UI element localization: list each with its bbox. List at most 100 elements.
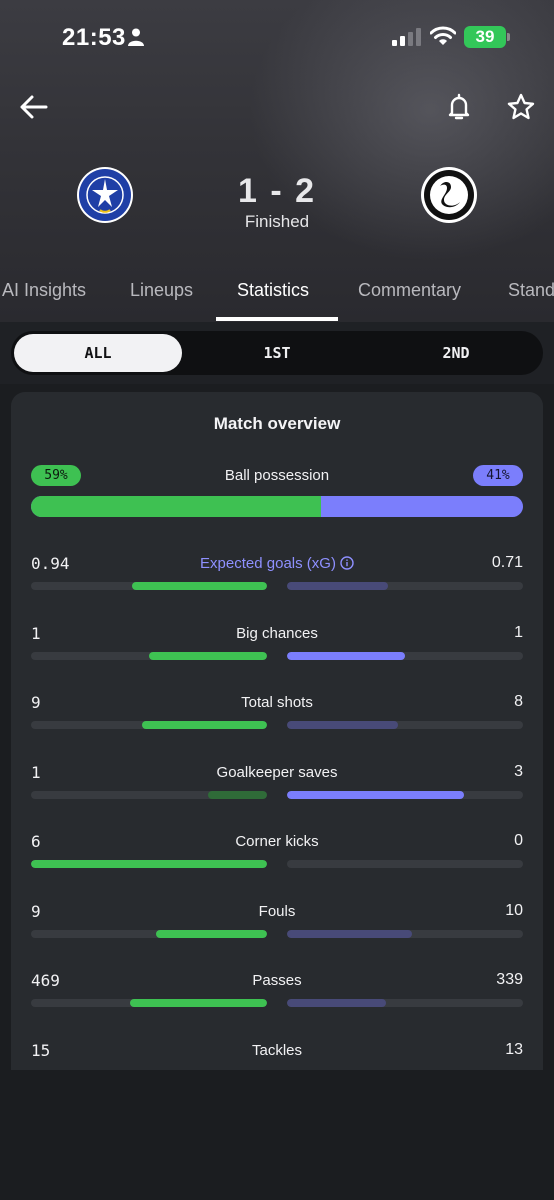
away-stat-fill <box>287 929 413 938</box>
period-selector-area: ALL 1ST 2ND <box>0 322 554 384</box>
stat-label: Fouls <box>111 903 443 920</box>
stat-label: Goalkeeper saves <box>111 764 443 781</box>
period-selector: ALL 1ST 2ND <box>11 331 543 375</box>
match-overview-card: Match overview 59% Ball possession 41% 0… <box>11 392 543 1070</box>
stat-label[interactable]: Expected goals (xG) <box>111 555 443 572</box>
stat-label: Tackles <box>111 1042 443 1059</box>
stat-row: 469 Passes 339 <box>31 971 523 1011</box>
stat-label-text: Goalkeeper saves <box>216 763 338 781</box>
home-stat-fill <box>130 999 267 1007</box>
home-stat-fill <box>31 860 267 868</box>
bottom-empty-area <box>0 1070 554 1200</box>
possession-bar <box>31 496 523 517</box>
portsmouth-crest-icon[interactable] <box>76 166 134 224</box>
home-stat-bar <box>31 651 267 660</box>
match-header: 21:53 39 1 - 2 Finished AI Insights Line… <box>0 0 554 322</box>
away-stat-bar <box>287 929 523 938</box>
stat-label-text: Corner kicks <box>235 833 319 850</box>
match-score: 1 - 2 <box>237 172 317 210</box>
away-stat-fill <box>287 721 398 729</box>
stat-away-value: 339 <box>496 971 523 988</box>
away-stat-bar <box>287 790 523 799</box>
stat-label: Corner kicks <box>111 833 443 850</box>
home-possession-badge: 59% <box>31 465 81 486</box>
signal-icon <box>392 28 421 46</box>
possession-label: Ball possession <box>224 467 330 484</box>
wifi-icon <box>430 26 456 45</box>
away-stat-bar <box>287 582 523 590</box>
stat-row: 6 Corner kicks 0 <box>31 832 523 872</box>
away-stat-fill <box>287 582 389 590</box>
away-stat-bar <box>287 999 523 1007</box>
home-stat-bar <box>31 999 267 1007</box>
card-title: Match overview <box>213 414 341 433</box>
active-tab-indicator <box>216 317 338 321</box>
stat-away-value: 1 <box>514 623 523 641</box>
stat-away-value: 0 <box>514 832 523 849</box>
stat-label-text: Tackles <box>251 1041 303 1059</box>
match-status: Finished <box>244 212 310 231</box>
home-stat-bar <box>31 582 267 590</box>
stat-home-value: 469 <box>31 971 60 990</box>
away-possession-badge: 41% <box>473 465 523 486</box>
stat-home-value: 1 <box>31 623 41 643</box>
stat-home-value: 6 <box>31 832 41 851</box>
stat-label-text: Total shots <box>241 694 313 711</box>
home-stat-fill <box>156 929 267 938</box>
away-stat-bar <box>287 860 523 868</box>
tab-statistics[interactable]: Statistics <box>237 280 309 301</box>
home-stat-bar <box>31 929 267 938</box>
tab-standings[interactable]: Stand <box>508 280 554 301</box>
stat-row: 9 Fouls 10 <box>31 902 523 942</box>
match-tabs: AI Insights Lineups Statistics Commentar… <box>0 278 554 322</box>
stat-away-value: 3 <box>514 762 523 780</box>
away-stat-fill <box>287 999 387 1007</box>
home-stat-bar <box>31 790 267 799</box>
period-second-half[interactable]: 2ND <box>372 334 540 372</box>
stat-label-text: Passes <box>252 972 302 989</box>
stat-home-value: 9 <box>31 901 41 921</box>
home-possession-fill <box>31 496 322 517</box>
home-stat-bar <box>31 721 267 729</box>
home-stat-fill <box>208 790 267 799</box>
away-stat-bar <box>287 651 523 660</box>
stat-home-value: 0.94 <box>31 554 70 573</box>
stat-away-value: 10 <box>505 901 523 919</box>
home-stat-bar <box>31 860 267 868</box>
away-stat-bar <box>287 721 523 729</box>
stat-away-value: 8 <box>514 693 523 710</box>
tab-ai-insights[interactable]: AI Insights <box>2 280 86 301</box>
stat-away-value: 13 <box>505 1040 523 1058</box>
stat-home-value: 15 <box>31 1040 51 1060</box>
home-stat-fill <box>141 721 267 729</box>
stat-label-text: Fouls <box>258 902 296 920</box>
stat-row: 1 Big chances 1 <box>31 624 523 664</box>
tab-commentary[interactable]: Commentary <box>358 280 461 301</box>
tab-lineups[interactable]: Lineups <box>130 280 193 301</box>
home-stat-fill <box>132 582 267 590</box>
battery-level: 39 <box>475 27 495 46</box>
period-all[interactable]: ALL <box>14 334 182 372</box>
stat-label: Big chances <box>111 625 443 642</box>
stat-row: 0.94 Expected goals (xG) 0.71 <box>31 554 523 594</box>
stat-label-text: Expected goals (xG) <box>200 555 336 572</box>
stat-label-text: Big chances <box>236 624 318 642</box>
back-arrow-icon[interactable] <box>18 92 48 122</box>
battery-indicator: 39 <box>464 26 510 48</box>
stat-row: 15 Tackles 13 <box>31 1041 523 1071</box>
away-stat-fill <box>287 790 464 799</box>
stat-away-value: 0.71 <box>491 554 523 571</box>
bell-icon[interactable] <box>446 92 472 122</box>
away-stat-fill <box>287 651 405 660</box>
stat-label: Passes <box>111 972 443 989</box>
stat-home-value: 9 <box>31 693 41 712</box>
info-icon[interactable] <box>340 556 354 570</box>
status-time: 21:53 <box>62 24 126 51</box>
swansea-crest-icon[interactable] <box>420 166 478 224</box>
period-first-half[interactable]: 1ST <box>193 334 361 372</box>
person-icon <box>128 28 144 46</box>
stat-row: 9 Total shots 8 <box>31 693 523 733</box>
home-stat-fill <box>149 651 267 660</box>
stat-home-value: 1 <box>31 762 41 782</box>
star-icon[interactable] <box>506 92 536 122</box>
